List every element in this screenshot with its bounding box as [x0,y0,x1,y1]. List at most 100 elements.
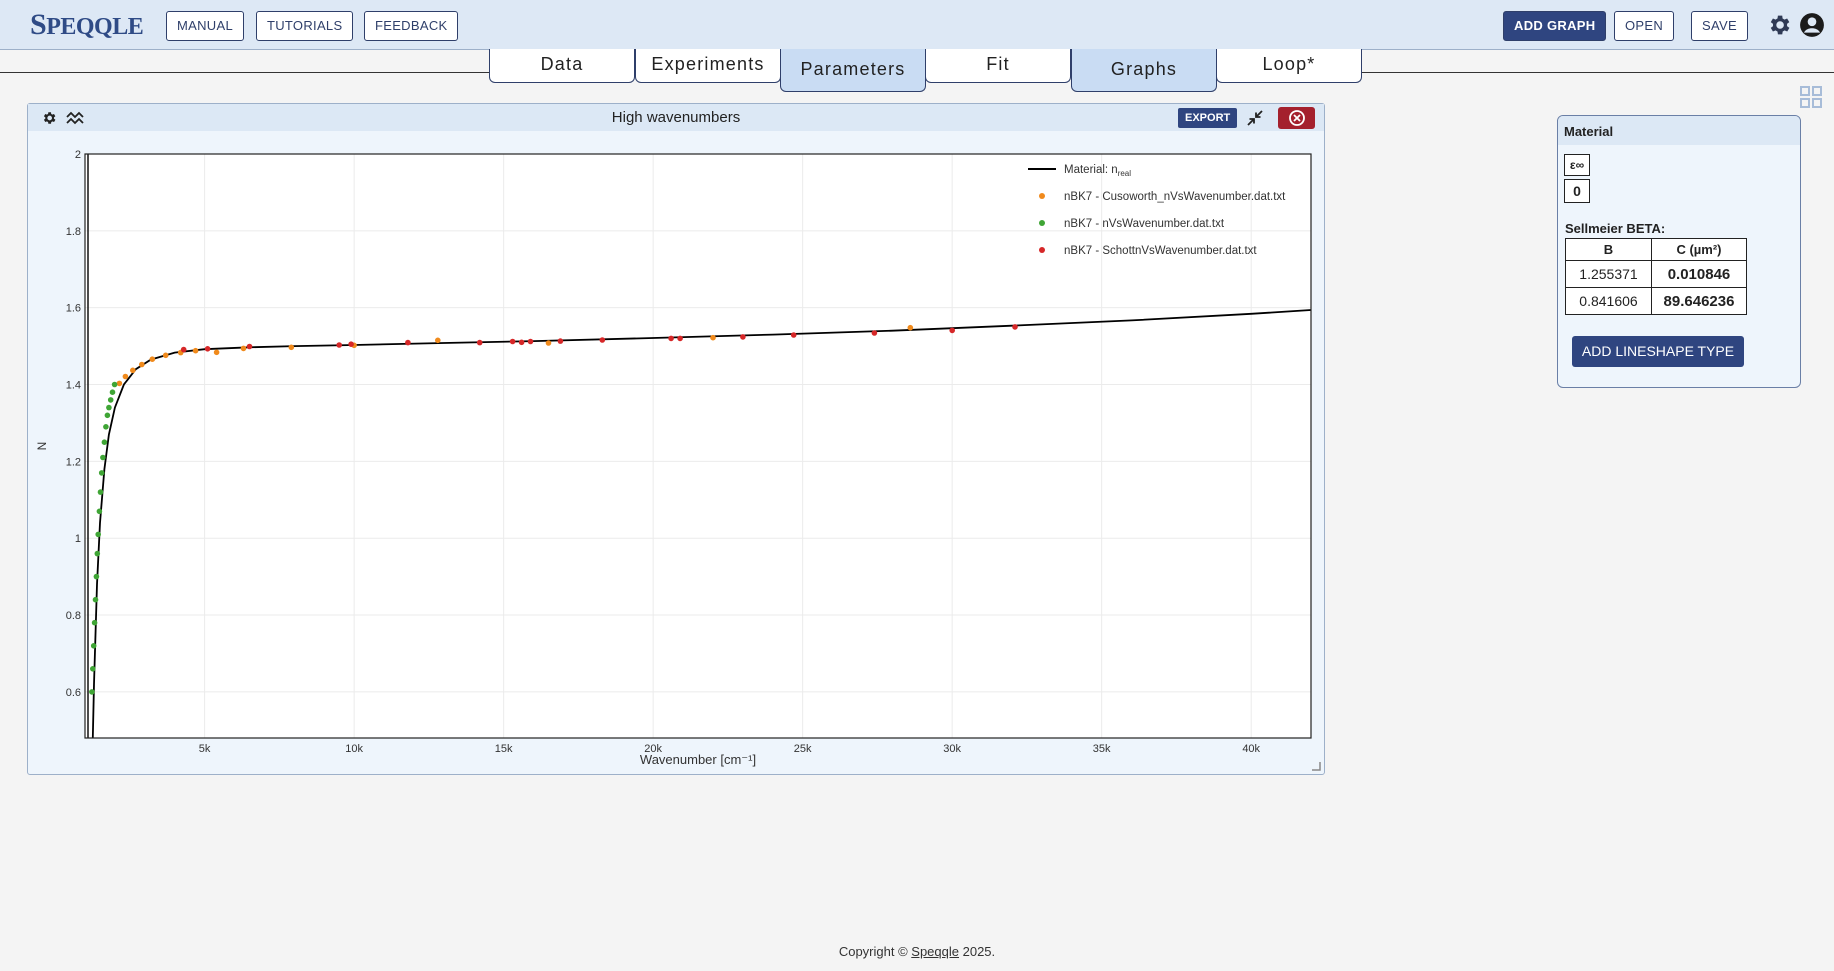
data-point [98,470,105,476]
material-panel: Material ε∞ 0 Sellmeier BETA: B C (µm²) … [1557,115,1801,388]
speqqle-logo[interactable]: SPEQQLE [30,8,144,42]
x-tick-label: 5k [199,743,211,755]
data-point [93,573,100,580]
data-point [103,424,109,430]
y-tick-label: 1.6 [66,303,81,315]
add-lineshape-type-button[interactable]: ADD LINESHAPE TYPE [1572,336,1744,367]
tutorials-button[interactable]: TUTORIALS [256,11,354,41]
data-point [677,335,683,342]
data-point [213,349,220,356]
speqqle-link[interactable]: Speqqle [911,944,959,959]
data-point [710,334,716,341]
data-point [405,339,411,346]
tab-experiments[interactable]: Experiments [635,49,781,83]
data-point [89,689,95,695]
plot-area[interactable]: 5k 10k 15k 20k 25k 30k 35k 40k0.60.811.21.41.61… [28,131,1326,774]
y-tick-label: 1 [75,533,81,545]
tab-loop[interactable]: Loop* [1216,49,1362,83]
plot-background [85,154,1311,738]
tab-parameters[interactable]: Parameters [780,49,926,92]
data-point [92,596,99,603]
account-icon[interactable] [1799,12,1825,38]
data-point [106,404,112,411]
data-point [122,373,129,380]
data-point [557,338,564,344]
tab-fit[interactable]: Fit [925,49,1071,83]
y-tick-label: 1.4 [66,380,81,392]
x-tick-label: 35k [1093,743,1111,755]
tab-data[interactable]: Data [489,49,635,83]
data-point [435,337,441,344]
data-point [111,381,118,388]
eps-infinity-value[interactable]: 0 [1564,179,1590,203]
y-tick-label: 1.8 [66,226,81,238]
copyright-prefix: Copyright © [838,944,912,959]
legend-marker-swatch [1039,220,1045,226]
data-point [95,531,101,538]
table-row: 0.841606 89.646236 [1565,287,1747,315]
data-point [94,550,101,557]
add-graph-button[interactable]: ADD GRAPH [1503,11,1607,41]
save-button[interactable]: SAVE [1691,11,1748,41]
x-tick-label: 25k [794,743,812,755]
y-axis-label: N [35,442,49,451]
data-point [907,324,914,331]
open-button[interactable]: OPEN [1614,11,1675,41]
data-point [101,439,108,446]
data-point [90,666,96,672]
x-tick-label: 10k [345,743,363,755]
feedback-button[interactable]: FEEDBACK [364,11,459,41]
data-point [240,345,247,352]
data-point [100,454,106,461]
data-point [109,389,116,396]
data-point [509,338,516,345]
sellmeier-b-cell[interactable]: 1.255371 [1565,260,1652,288]
sellmeier-table: B C (µm²) 1.255371 0.010846 0.841606 89.… [1565,238,1747,315]
data-point [668,335,674,342]
data-point [104,412,111,419]
col-header-b: B [1565,238,1652,261]
data-point [204,346,211,352]
graph-panel-header: High wavenumbers EXPORT [28,104,1324,131]
resize-handle-icon[interactable] [1311,761,1321,771]
data-point [740,334,746,340]
col-header-c: C (µm²) [1651,238,1747,261]
sellmeier-c-cell[interactable]: 89.646236 [1651,287,1747,315]
close-circle-icon [1289,110,1305,126]
legend-entry-label: nBK7 - SchottnVsWavenumber.dat.txt [1064,245,1257,257]
collapse-arrows-icon[interactable] [1246,109,1264,127]
legend-marker-swatch [1039,193,1045,199]
data-point [336,342,343,348]
x-axis-label: Wavenumber [cm⁻¹] [640,752,756,767]
data-point [348,341,354,347]
sellmeier-label: Sellmeier BETA: [1565,221,1666,236]
footer: Copyright © Speqqle 2025. [0,944,1834,959]
settings-gear-icon[interactable] [1766,12,1792,38]
tab-graphs[interactable]: Graphs [1071,49,1217,92]
export-button[interactable]: EXPORT [1178,108,1238,128]
x-tick-label: 40k [1242,743,1260,755]
data-point [1012,324,1018,330]
data-point [149,356,156,362]
data-point [130,367,136,374]
y-tick-label: 0.8 [66,610,81,622]
data-point [871,330,878,336]
manual-button[interactable]: MANUAL [166,11,244,41]
data-point [545,340,552,346]
grid-layout-icon[interactable] [1800,86,1822,108]
data-point [518,339,525,346]
y-tick-label: 0.6 [66,687,81,699]
data-point [180,346,187,353]
sellmeier-c-cell[interactable]: 0.010846 [1651,260,1747,288]
sellmeier-b-cell[interactable]: 0.841606 [1565,287,1652,315]
data-point [192,347,199,354]
graph-panel: High wavenumbers EXPORT 5k 10k 15k 20k 25k 30… [27,103,1325,775]
data-point [476,339,483,346]
x-tick-label: 15k [495,743,513,755]
graph-title: High wavenumbers [611,109,741,126]
data-point [107,397,114,403]
y-tick-label: 2 [75,149,81,161]
data-point [139,361,145,368]
x-tick-label: 30k [943,743,961,755]
close-graph-button[interactable] [1278,107,1315,129]
